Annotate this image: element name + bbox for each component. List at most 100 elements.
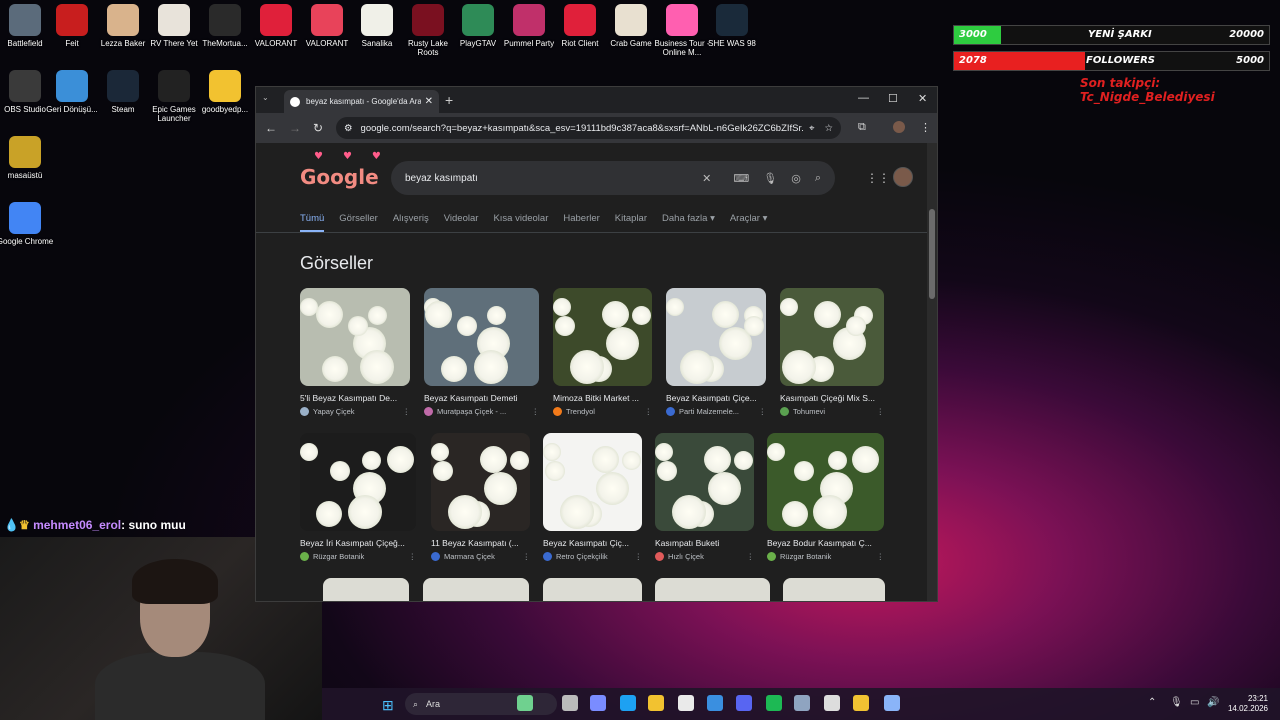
new-tab-button[interactable]: + (445, 92, 453, 108)
lens-camera-icon[interactable]: ◎ (791, 172, 801, 185)
page-scrollbar[interactable] (927, 143, 937, 601)
image-source[interactable]: Trendyol ⋮ (553, 407, 652, 416)
image-thumbnail[interactable] (655, 433, 754, 531)
image-result-card[interactable]: Beyaz Kasımpatı Çiç... Retro Çiçekçilik ⋮ (543, 433, 642, 561)
image-thumbnail[interactable] (300, 288, 410, 386)
microphone-icon[interactable]: 🎙 (763, 172, 777, 185)
microphone-tray-icon[interactable]: 🎙 (1170, 697, 1183, 708)
image-result-card[interactable]: Beyaz Kasımpatı Demeti Muratpaşa Çiçek - … (424, 288, 539, 416)
image-caption[interactable]: Beyaz Kasımpatı Çiç... (543, 538, 642, 548)
image-thumbnail[interactable] (783, 578, 885, 601)
desktop-icon[interactable]: TheMortua... (196, 4, 254, 48)
image-thumbnail[interactable] (780, 288, 884, 386)
copilot-icon[interactable] (590, 695, 606, 711)
image-thumbnail[interactable] (655, 578, 770, 601)
image-source[interactable]: Tohumevi ⋮ (780, 407, 884, 416)
image-thumbnail[interactable] (424, 288, 539, 386)
more-options-icon[interactable]: ⋮ (877, 407, 885, 416)
filter-tab[interactable]: Kitaplar (615, 213, 647, 232)
image-caption[interactable]: Kasımpatı Çiçeği Mix S... (780, 393, 884, 403)
image-thumbnail[interactable] (543, 433, 642, 531)
account-avatar[interactable] (893, 167, 913, 187)
extensions-icon[interactable]: ⧉ (858, 121, 866, 134)
desktop-icon[interactable]: Feit (43, 4, 101, 48)
image-thumbnail[interactable] (767, 433, 884, 531)
clear-search-icon[interactable]: ✕ (702, 172, 711, 185)
profile-avatar[interactable] (893, 121, 905, 133)
clock[interactable]: 23:21 14.02.2026 (1228, 694, 1268, 714)
forward-icon[interactable]: → (289, 121, 301, 135)
desktop-icon[interactable]: RV There Yet (145, 4, 203, 48)
tab-google-search[interactable]: beyaz kasımpatı - Google'da Ara ✕ (284, 90, 439, 113)
close-tab-icon[interactable]: ✕ (425, 96, 433, 107)
volume-icon[interactable]: 🔊 (1207, 697, 1219, 708)
filter-tab[interactable]: Araçlar ▾ (730, 213, 768, 232)
image-caption[interactable]: Beyaz Kasımpatı Demeti (424, 393, 539, 403)
image-result-card[interactable]: Beyaz Bodur Kasımpatı Ç... Rüzgar Botanik… (767, 433, 884, 561)
windows-start-icon[interactable]: ⊞ (382, 697, 394, 714)
filter-tab[interactable]: Kısa videolar (493, 213, 548, 232)
more-options-icon[interactable]: ⋮ (747, 552, 755, 561)
filter-tab[interactable]: Videolar (444, 213, 479, 232)
image-thumbnail[interactable] (553, 288, 652, 386)
more-options-icon[interactable]: ⋮ (403, 407, 411, 416)
maximize-icon[interactable]: ☐ (888, 92, 898, 105)
image-thumbnail[interactable] (300, 433, 416, 531)
more-options-icon[interactable]: ⋮ (523, 552, 531, 561)
more-options-icon[interactable]: ⋮ (532, 407, 540, 416)
image-caption[interactable]: Beyaz Kasımpatı Çiçe... (666, 393, 766, 403)
reload-icon[interactable]: ↻ (313, 121, 323, 135)
google-doodle-logo[interactable]: ♥♥♥ Google (300, 151, 381, 189)
location-icon[interactable]: ⌖ (809, 123, 814, 134)
desktop-icon[interactable]: VALORANT (247, 4, 305, 48)
minimize-icon[interactable]: — (858, 92, 869, 104)
edge-icon[interactable] (620, 695, 636, 711)
obs-icon[interactable] (824, 695, 840, 711)
image-result-card[interactable]: Kasımpatı Buketi Hızlı Çiçek ⋮ (655, 433, 754, 561)
chrome-icon[interactable] (853, 695, 869, 711)
file-explorer-icon[interactable] (648, 695, 664, 711)
desktop-icon[interactable]: goodbyedp... (196, 70, 254, 114)
more-options-icon[interactable]: ⋮ (635, 552, 643, 561)
image-thumbnail[interactable] (543, 578, 642, 601)
image-caption[interactable]: Beyaz Bodur Kasımpatı Ç... (767, 538, 884, 548)
desktop-icon[interactable]: Geri Dönüşü... (43, 70, 101, 114)
image-result-card[interactable]: Mimoza Bitki Market ... Trendyol ⋮ (553, 288, 652, 416)
image-caption[interactable]: Kasımpatı Buketi (655, 538, 754, 548)
desktop-icon[interactable]: Pummel Party (500, 4, 558, 48)
widgets-icon[interactable] (517, 695, 533, 711)
task-view-icon[interactable] (562, 695, 578, 711)
image-caption[interactable]: Mimoza Bitki Market ... (553, 393, 652, 403)
close-window-icon[interactable]: ✕ (918, 92, 927, 105)
more-options-icon[interactable]: ⋮ (409, 552, 417, 561)
image-source[interactable]: Muratpaşa Çiçek - ... ⋮ (424, 407, 539, 416)
filter-tab[interactable]: Haberler (563, 213, 599, 232)
image-source[interactable]: Yapay Çiçek ⋮ (300, 407, 410, 416)
taskbar-search[interactable]: ⌕ Ara (405, 693, 557, 715)
image-result-card[interactable]: Beyaz Kasımpatı Çiçe... Parti Malzemele..… (666, 288, 766, 416)
desktop-icon[interactable]: masaüstü (0, 136, 54, 180)
address-bar[interactable]: ⚙ google.com/search?q=beyaz+kasımpatı&sc… (336, 117, 841, 139)
image-source[interactable]: Marmara Çiçek ⋮ (431, 552, 530, 561)
filter-tab[interactable]: Görseller (339, 213, 378, 232)
desktop-icon[interactable]: Lezza Baker (94, 4, 152, 48)
desktop-icon[interactable]: Steam (94, 70, 152, 114)
bookmark-star-icon[interactable]: ☆ (824, 123, 833, 134)
filter-tab[interactable]: Daha fazla ▾ (662, 213, 715, 232)
desktop-icon[interactable]: Sanalika (348, 4, 406, 48)
image-thumbnail[interactable] (666, 288, 766, 386)
settings-icon[interactable] (884, 695, 900, 711)
desktop-icon[interactable]: Google Chrome (0, 202, 54, 246)
image-caption[interactable]: Beyaz İri Kasımpatı Çiçeğ... (300, 538, 416, 548)
more-options-icon[interactable]: ⋮ (759, 407, 767, 416)
desktop-icon[interactable]: PlayGTAV (449, 4, 507, 48)
search-icon[interactable]: ⌕ (815, 172, 821, 185)
image-source[interactable]: Rüzgar Botanik ⋮ (300, 552, 416, 561)
image-result-card[interactable]: Kasımpatı Çiçeği Mix S... Tohumevi ⋮ (780, 288, 884, 416)
desktop-icon[interactable]: Epic Games Launcher (145, 70, 203, 123)
image-source[interactable]: Retro Çiçekçilik ⋮ (543, 552, 642, 561)
menu-kebab-icon[interactable]: ⋮ (920, 121, 931, 134)
image-thumbnail[interactable] (431, 433, 530, 531)
image-thumbnail[interactable] (423, 578, 529, 601)
image-source[interactable]: Parti Malzemele... ⋮ (666, 407, 766, 416)
